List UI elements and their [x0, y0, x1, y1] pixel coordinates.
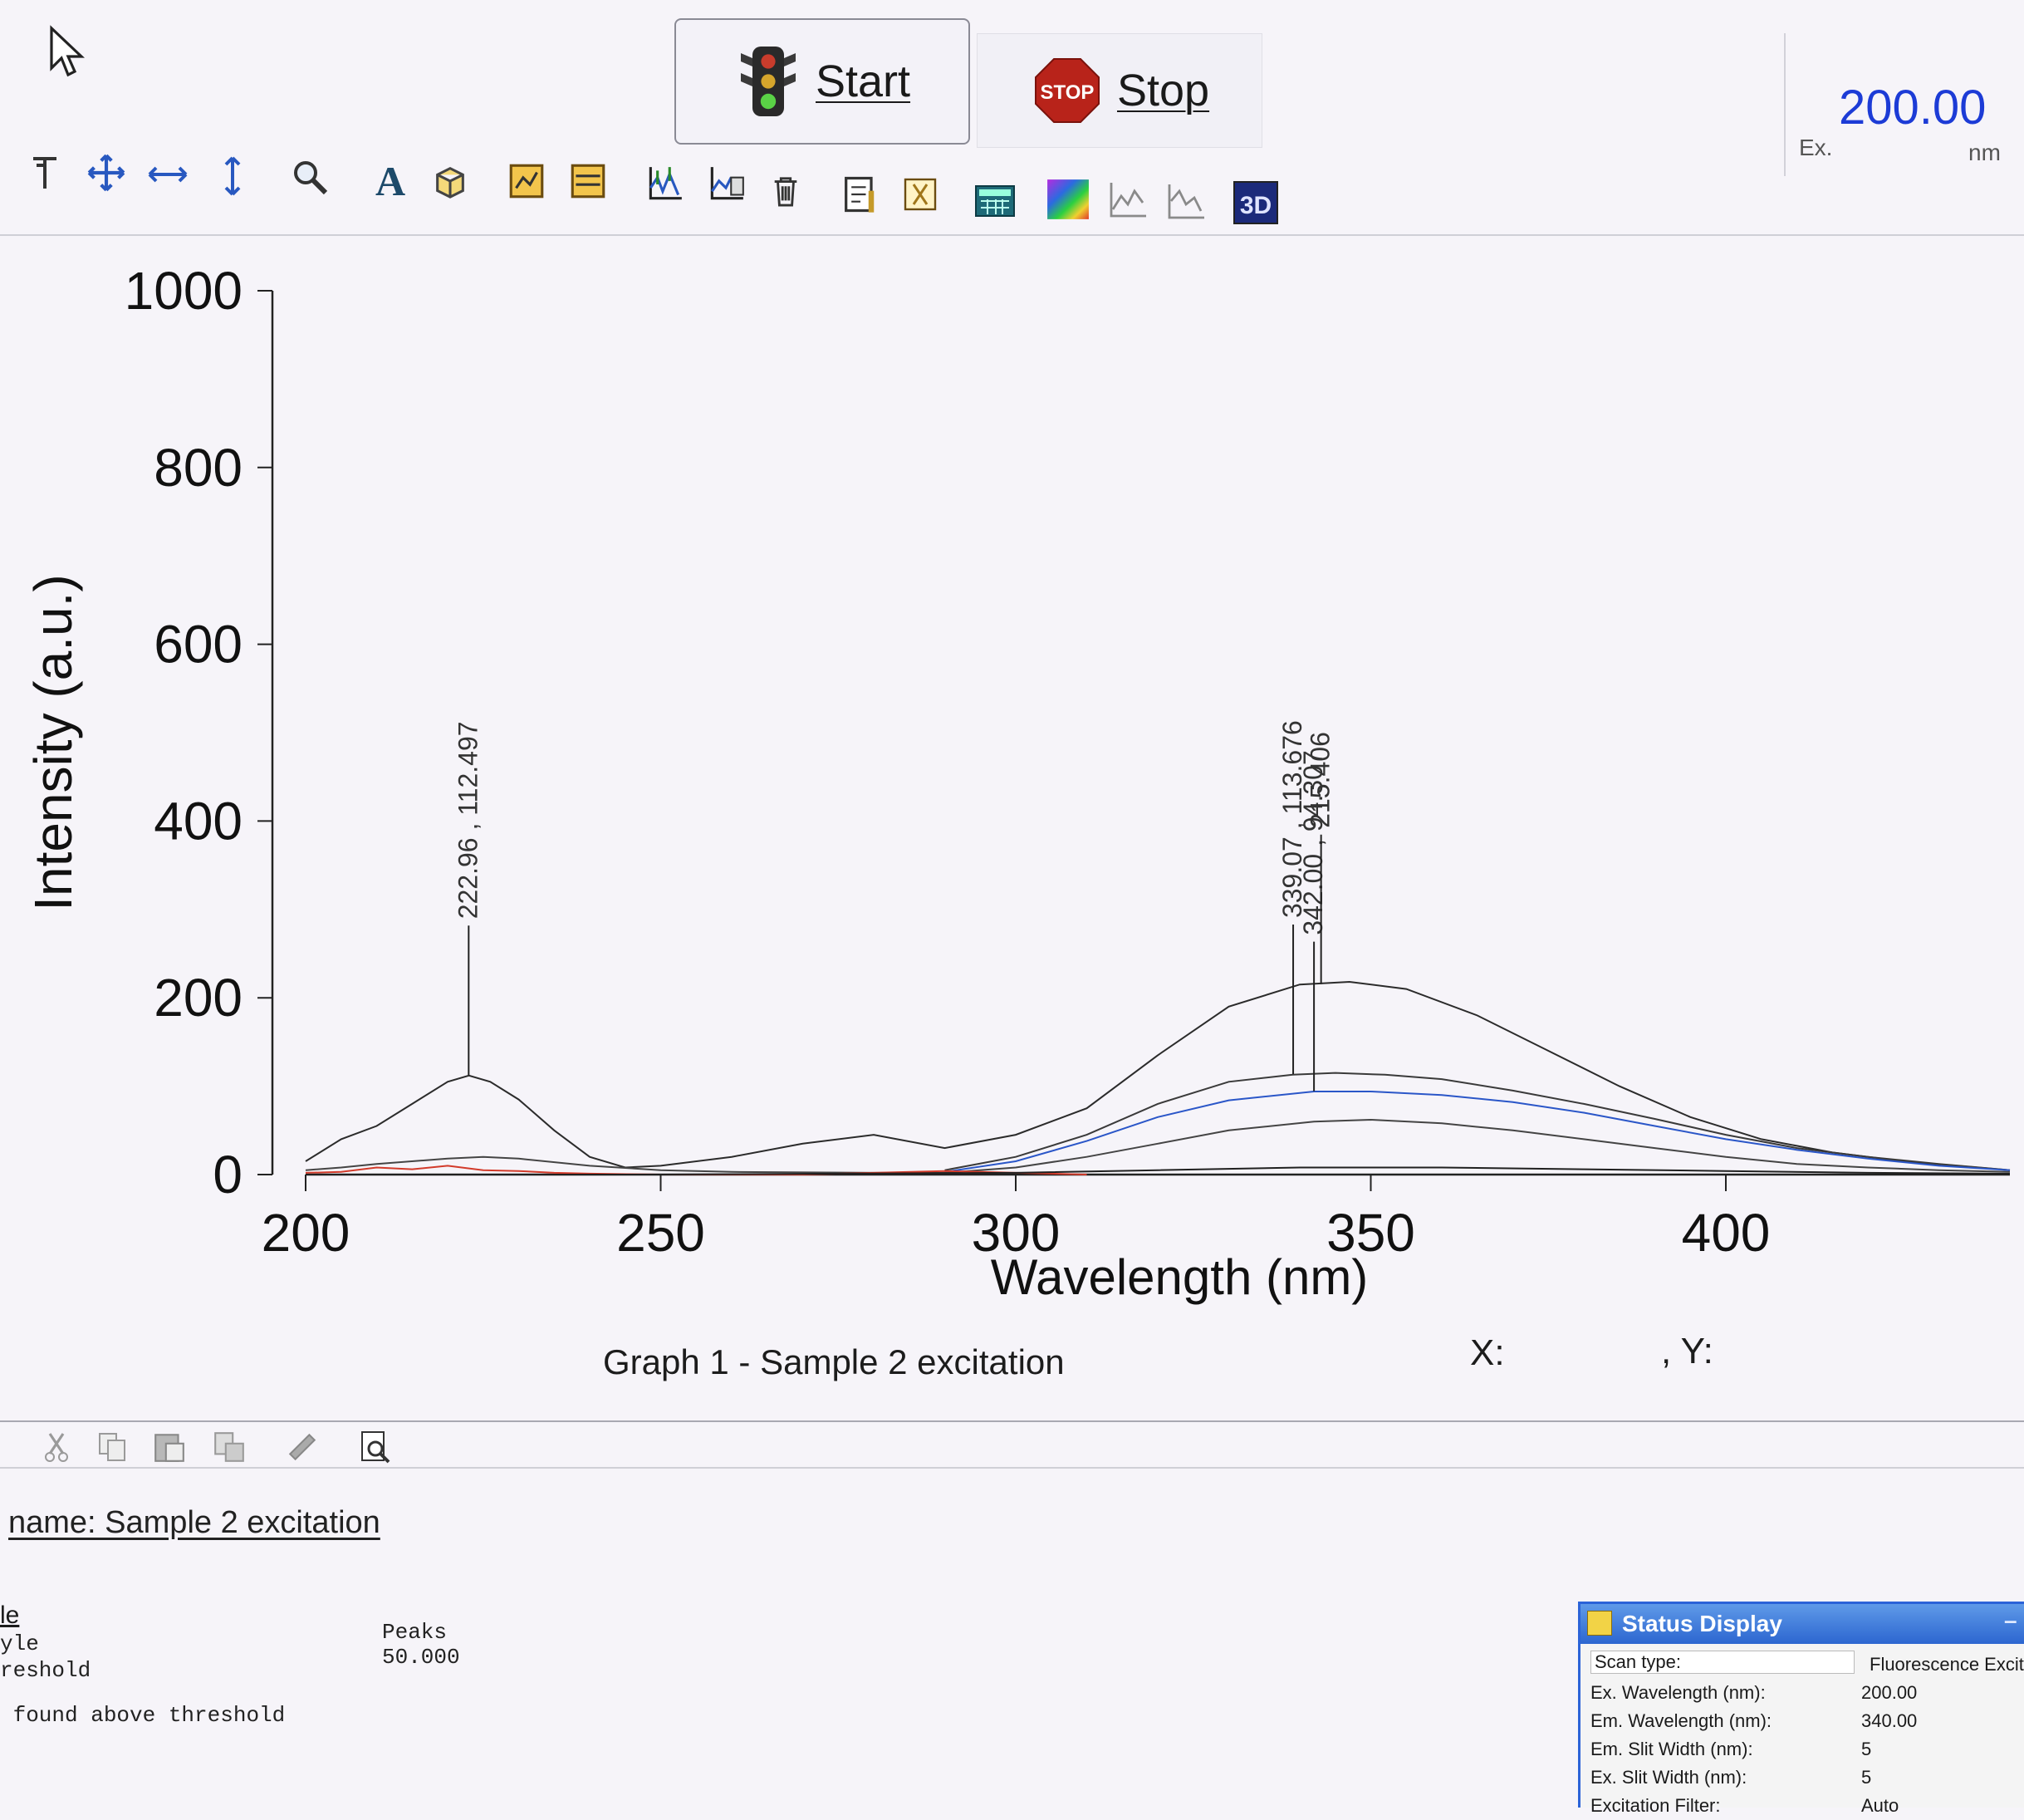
- overlay-x-icon[interactable]: [1105, 178, 1151, 224]
- x-tick-label: 400: [1682, 1203, 1771, 1263]
- calculator-icon[interactable]: [972, 178, 1018, 224]
- cursor-x-label: X:: [1470, 1332, 1505, 1373]
- status-label: Excitation Filter:: [1590, 1795, 1721, 1816]
- copy-icon[interactable]: [93, 1427, 133, 1467]
- status-title: Status Display: [1622, 1611, 1782, 1636]
- cursor-select-icon[interactable]: [22, 150, 68, 196]
- report-icon[interactable]: [837, 171, 884, 218]
- report-value-2: 50.000: [382, 1645, 460, 1670]
- status-row: Excitation Filter: Auto: [1587, 1792, 2024, 1820]
- status-value: Auto: [1861, 1795, 1899, 1816]
- mouse-cursor-icon: [50, 25, 85, 77]
- series-layer: [305, 980, 2011, 1175]
- y-tick-label: 600: [154, 615, 243, 675]
- graph-report-divider: [0, 1420, 2024, 1422]
- scale-y-icon[interactable]: [209, 153, 256, 199]
- x-tick-label: 200: [262, 1203, 350, 1263]
- y-tick-label: 800: [154, 438, 243, 498]
- report-line-3: found above threshold: [0, 1703, 286, 1728]
- minimize-icon[interactable]: –: [2004, 1607, 2017, 1634]
- status-row: Ex. Wavelength (nm): 200.00: [1587, 1679, 2024, 1707]
- x-tick-label: 250: [616, 1203, 705, 1263]
- graph-format-icon[interactable]: [503, 158, 550, 204]
- paste-icon[interactable]: [149, 1427, 189, 1467]
- 3d-view-icon[interactable]: 3D: [1233, 179, 1279, 226]
- peak-pick-icon[interactable]: [641, 161, 688, 208]
- status-label: Em. Slit Width (nm):: [1590, 1739, 1753, 1759]
- series-line-1: [944, 1072, 2011, 1171]
- y-tick-label: 200: [154, 968, 243, 1028]
- paste-special-icon[interactable]: [209, 1427, 249, 1467]
- graph-caption: Graph 1 - Sample 2 excitation: [603, 1342, 1065, 1381]
- peak-label-3: 215.406: [1306, 732, 1335, 828]
- chart-axes: 02004006008001000200 250 300 350 400: [125, 261, 2010, 1263]
- scale-x-icon[interactable]: [145, 151, 191, 198]
- series-line-2: [944, 1091, 2011, 1173]
- annotation-layer: 222.96 , 112.497 339.07 , 113.676342.00 ,…: [453, 720, 1335, 1092]
- report-value-1: Peaks: [382, 1620, 448, 1645]
- print-preview-icon[interactable]: [355, 1427, 395, 1467]
- delete-peaks-icon[interactable]: [703, 161, 749, 208]
- overlay-z-icon[interactable]: [1163, 179, 1209, 226]
- status-window-icon: [1587, 1611, 1612, 1636]
- edit-toolbar-divider: [0, 1467, 2024, 1469]
- status-value: 5: [1861, 1767, 1872, 1788]
- text-annotation-icon[interactable]: A: [367, 156, 414, 203]
- color-map-icon[interactable]: [1045, 176, 1091, 223]
- report-name: name: Sample 2 excitation: [8, 1505, 380, 1540]
- cursor-y-label: , Y:: [1661, 1331, 1713, 1371]
- graph-area[interactable]: 02004006008001000200 250 300 350 400 222.96 …: [0, 241, 2024, 1337]
- report-line-0: le: [0, 1602, 20, 1629]
- status-value: Fluorescence Excit: [1870, 1654, 2024, 1675]
- svg-text:3D: 3D: [1240, 192, 1272, 219]
- pan-icon[interactable]: [83, 150, 130, 196]
- status-label: Ex. Wavelength (nm):: [1590, 1682, 1766, 1703]
- print-icon[interactable]: [282, 1427, 322, 1467]
- status-label: Ex. Slit Width (nm):: [1590, 1767, 1747, 1788]
- series-line-0: [305, 980, 2011, 1171]
- y-tick-label: 0: [213, 1145, 243, 1204]
- autoscale-icon[interactable]: [897, 171, 943, 218]
- status-row: Scan type: Fluorescence Excit: [1587, 1651, 2024, 1679]
- status-value: 340.00: [1861, 1710, 1918, 1731]
- status-display-window[interactable]: Status Display – Scan type: Fluorescence…: [1578, 1602, 2024, 1816]
- svg-text:A: A: [375, 159, 405, 200]
- status-row: Em. Slit Width (nm): 5: [1587, 1735, 2024, 1764]
- toolbar-divider: [0, 234, 2024, 236]
- status-row: Ex. Slit Width (nm): 5: [1587, 1764, 2024, 1792]
- status-value: 5: [1861, 1739, 1872, 1759]
- y-axis-label: Intensity (a.u.): [23, 574, 83, 911]
- series-line-3: [305, 1118, 2011, 1174]
- report-line-2: reshold: [0, 1658, 91, 1683]
- cut-icon[interactable]: [37, 1427, 76, 1467]
- graph-toolbar: A 3D: [0, 100, 2024, 241]
- y-tick-label: 1000: [125, 261, 243, 321]
- y-tick-label: 400: [154, 791, 243, 851]
- x-axis-label: Wavelength (nm): [991, 1249, 1369, 1305]
- peak-label-0: 222.96 , 112.497: [453, 721, 483, 919]
- report-line-1: yle: [0, 1631, 39, 1656]
- status-row: Em. Wavelength (nm): 340.00: [1587, 1707, 2024, 1735]
- status-label: Scan type:: [1590, 1651, 1855, 1674]
- status-label: Em. Wavelength (nm):: [1590, 1710, 1772, 1731]
- status-value: 200.00: [1861, 1682, 1918, 1703]
- 3d-box-icon[interactable]: [427, 158, 473, 204]
- trash-icon[interactable]: [762, 168, 809, 214]
- status-title-bar[interactable]: Status Display –: [1580, 1604, 2024, 1644]
- graph-layout-icon[interactable]: [565, 158, 611, 204]
- zoom-icon[interactable]: [287, 155, 334, 201]
